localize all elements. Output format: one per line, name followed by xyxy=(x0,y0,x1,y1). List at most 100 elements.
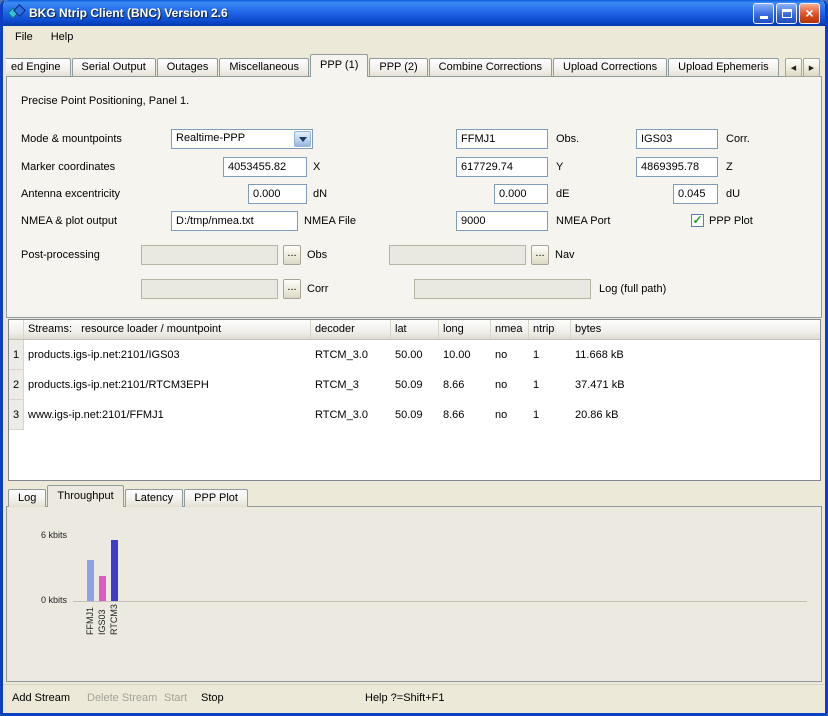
add-stream-button[interactable]: Add Stream xyxy=(12,692,70,704)
ppp-mode-value: Realtime-PPP xyxy=(176,132,292,144)
cell-lat: 50.09 xyxy=(391,370,439,400)
nmea-port-input[interactable] xyxy=(456,211,548,231)
cell-bytes: 37.471 kB xyxy=(571,370,820,400)
corr-mountpoint-input[interactable] xyxy=(636,129,718,149)
throughput-chart-panel: 6 kbits 0 kbits FFMJ1IGS03RTCM3 xyxy=(6,506,822,682)
marker-x-input[interactable] xyxy=(223,157,307,177)
tab-scroll-right-button[interactable]: ▶ xyxy=(803,58,820,77)
obs-mountpoint-input[interactable] xyxy=(456,129,548,149)
tab-miscellaneous[interactable]: Miscellaneous xyxy=(219,58,309,77)
cell-nmea: no xyxy=(491,370,529,400)
menubar: File Help xyxy=(3,26,825,48)
cell-mountpoint: products.igs-ip.net:2101/IGS03 xyxy=(24,340,311,370)
arrow-right-icon: ▶ xyxy=(809,64,814,72)
header-decoder[interactable]: decoder xyxy=(311,320,391,339)
ppp1-panel: Precise Point Positioning, Panel 1. Mode… xyxy=(6,76,822,318)
menu-help[interactable]: Help xyxy=(42,28,83,46)
bottom-tabbar: Log Throughput Latency PPP Plot xyxy=(8,485,249,507)
header-bytes[interactable]: bytes xyxy=(571,320,820,339)
post-obs-input xyxy=(141,245,278,265)
marker-z-label: Z xyxy=(726,157,733,177)
marker-z-input[interactable] xyxy=(636,157,718,177)
cell-decoder: RTCM_3.0 xyxy=(311,340,391,370)
streams-table-header: Streams: resource loader / mountpoint de… xyxy=(9,320,820,340)
bottom-action-bar: Add Stream Delete Stream Start Stop Help… xyxy=(3,684,825,713)
combo-dropdown-button[interactable] xyxy=(294,131,311,147)
tab-ppp-plot[interactable]: PPP Plot xyxy=(184,489,248,507)
post-obs-label: Obs xyxy=(307,245,327,265)
post-log-label: Log (full path) xyxy=(599,279,666,299)
cell-long: 10.00 xyxy=(439,340,491,370)
tab-ppp-2[interactable]: PPP (2) xyxy=(369,58,427,77)
tab-upload-ephemeris[interactable]: Upload Ephemeris xyxy=(668,58,779,77)
tab-scroll-left-button[interactable]: ◀ xyxy=(785,58,802,77)
antenna-dn-input[interactable] xyxy=(248,184,307,204)
cell-mountpoint: www.igs-ip.net:2101/FFMJ1 xyxy=(24,400,311,430)
cell-bytes: 20.86 kB xyxy=(571,400,820,430)
table-row[interactable]: 3 www.igs-ip.net:2101/FFMJ1 RTCM_3.0 50.… xyxy=(9,400,820,430)
tab-throughput[interactable]: Throughput xyxy=(47,485,123,507)
ppp-mode-combobox[interactable]: Realtime-PPP xyxy=(171,129,313,149)
mode-row-label: Mode & mountpoints xyxy=(21,129,122,149)
chart-category-label: FFMJ1 xyxy=(85,601,95,635)
nmea-file-input[interactable] xyxy=(171,211,298,231)
ppp-plot-label: PPP Plot xyxy=(709,211,753,231)
post-log-input xyxy=(414,279,591,299)
antenna-de-input[interactable] xyxy=(494,184,548,204)
chart-bar xyxy=(99,576,106,601)
tab-combine-corrections[interactable]: Combine Corrections xyxy=(429,58,552,77)
header-long[interactable]: long xyxy=(439,320,491,339)
arrow-left-icon: ◀ xyxy=(791,64,796,72)
cell-decoder: RTCM_3.0 xyxy=(311,400,391,430)
cell-ntrip: 1 xyxy=(529,340,571,370)
tab-upload-corrections[interactable]: Upload Corrections xyxy=(553,58,667,77)
cell-ntrip: 1 xyxy=(529,400,571,430)
marker-y-input[interactable] xyxy=(456,157,548,177)
post-processing-label: Post-processing xyxy=(21,245,100,265)
ppp-plot-checkbox[interactable]: ✓ xyxy=(691,214,704,227)
tab-ppp-1[interactable]: PPP (1) xyxy=(310,54,368,77)
chart-category-label: IGS03 xyxy=(97,601,107,635)
cell-mountpoint: products.igs-ip.net:2101/RTCM3EPH xyxy=(24,370,311,400)
app-icon xyxy=(8,5,24,21)
tab-outages[interactable]: Outages xyxy=(157,58,219,77)
menu-file[interactable]: File xyxy=(6,28,42,46)
header-nmea[interactable]: nmea xyxy=(491,320,529,339)
app-window: BKG Ntrip Client (BNC) Version 2.6 × Fil… xyxy=(0,0,828,716)
table-row[interactable]: 1 products.igs-ip.net:2101/IGS03 RTCM_3.… xyxy=(9,340,820,370)
cell-lat: 50.00 xyxy=(391,340,439,370)
maximize-icon xyxy=(782,9,792,18)
cell-ntrip: 1 xyxy=(529,370,571,400)
table-row[interactable]: 2 products.igs-ip.net:2101/RTCM3EPH RTCM… xyxy=(9,370,820,400)
nmea-file-label: NMEA File xyxy=(304,211,356,231)
header-lat[interactable]: lat xyxy=(391,320,439,339)
antenna-du-label: dU xyxy=(726,184,740,204)
row-number: 3 xyxy=(9,400,24,430)
row-number: 1 xyxy=(9,340,24,370)
titlebar[interactable]: BKG Ntrip Client (BNC) Version 2.6 × xyxy=(3,0,825,26)
browse-corr-button[interactable]: ... xyxy=(283,279,301,299)
header-mountpoint[interactable]: Streams: resource loader / mountpoint xyxy=(24,320,311,339)
tab-latency[interactable]: Latency xyxy=(125,489,184,507)
browse-obs-button[interactable]: ... xyxy=(283,245,301,265)
close-icon: × xyxy=(805,6,813,20)
tab-feed-engine[interactable]: ed Engine xyxy=(6,58,71,77)
maximize-button[interactable] xyxy=(776,3,797,24)
header-ntrip[interactable]: ntrip xyxy=(529,320,571,339)
browse-nav-button[interactable]: ... xyxy=(531,245,549,265)
antenna-dn-label: dN xyxy=(313,184,327,204)
stop-button[interactable]: Stop xyxy=(201,692,224,704)
panel-caption: Precise Point Positioning, Panel 1. xyxy=(21,91,189,111)
header-corner xyxy=(9,320,24,339)
post-nav-label: Nav xyxy=(555,245,575,265)
tab-log[interactable]: Log xyxy=(8,489,46,507)
minimize-button[interactable] xyxy=(753,3,774,24)
chart-category-label: RTCM3 xyxy=(109,601,119,635)
post-corr-input xyxy=(141,279,278,299)
tab-serial-output[interactable]: Serial Output xyxy=(72,58,156,77)
close-button[interactable]: × xyxy=(799,3,820,24)
streams-table: Streams: resource loader / mountpoint de… xyxy=(8,319,821,481)
window-title: BKG Ntrip Client (BNC) Version 2.6 xyxy=(29,6,753,20)
antenna-du-input[interactable] xyxy=(673,184,718,204)
cell-lat: 50.09 xyxy=(391,400,439,430)
